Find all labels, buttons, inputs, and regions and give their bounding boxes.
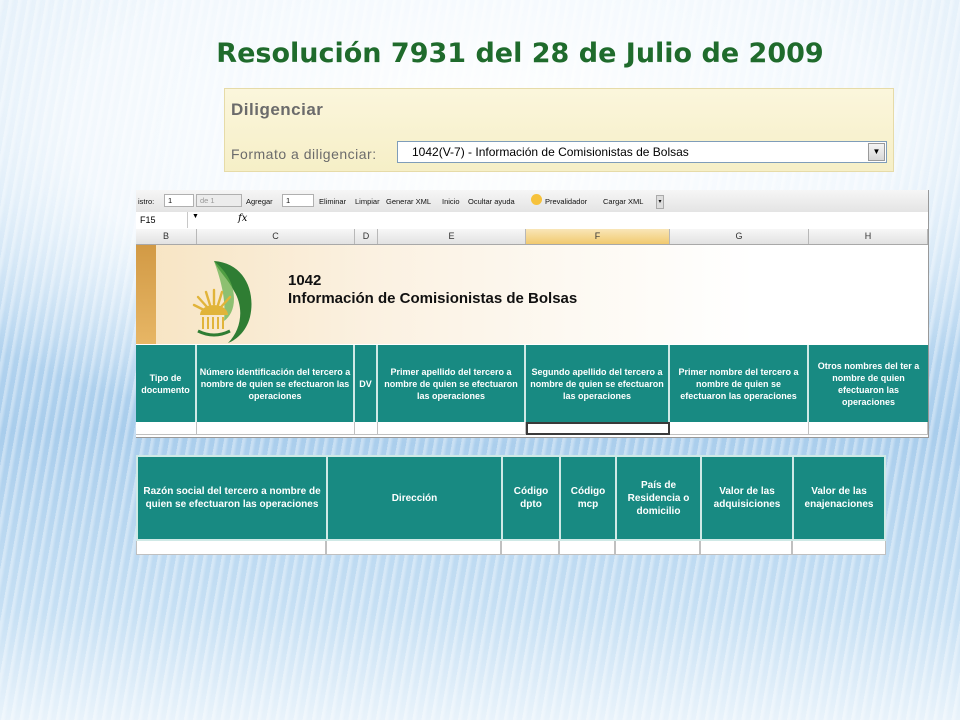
table1-header-segundo-apellido: Segundo apellido del tercero a nombre de… xyxy=(526,345,670,422)
table1-cell-active[interactable] xyxy=(526,422,670,435)
table2-cell[interactable] xyxy=(700,541,792,555)
table2-header-valor-enajenaciones: Valor de las enajenaciones xyxy=(804,486,874,510)
table1-header-otros-nombres: Otros nombres del ter a nombre de quien … xyxy=(817,360,920,407)
fx-icon: fx xyxy=(238,213,248,224)
table1-cell[interactable] xyxy=(355,422,378,435)
table2-cell[interactable] xyxy=(615,541,700,555)
column-headers: B C D E F G H xyxy=(136,229,928,245)
form-banner: 1042 Información de Comisionistas de Bol… xyxy=(136,245,928,344)
diligenciar-panel: Diligenciar Formato a diligenciar: 1042(… xyxy=(224,88,894,172)
inicio-button[interactable]: Inicio xyxy=(442,197,460,206)
chevron-down-icon[interactable]: ▼ xyxy=(868,143,885,161)
spreadsheet-view: istro: 1 de 1 Agregar 1 Eliminar Limpiar… xyxy=(136,190,929,438)
table2-cell[interactable] xyxy=(136,541,326,555)
table2-header-pais-residencia: País de Residencia o domicilio xyxy=(617,457,702,539)
name-box[interactable]: F15 xyxy=(136,212,188,228)
table2: Razón social del tercero a nombre de qui… xyxy=(136,455,886,555)
cargar-xml-button[interactable]: Cargar XML xyxy=(603,197,643,206)
table2-header-direccion: Dirección xyxy=(328,457,503,539)
table1-header-primer-nombre: Primer nombre del tercero a nombre de qu… xyxy=(670,345,809,422)
eliminar-button[interactable]: Eliminar xyxy=(319,197,346,206)
formula-bar: F15 ▼ fx xyxy=(136,212,928,230)
toolbar-overflow-icon[interactable]: ▾ xyxy=(656,195,664,209)
format-select[interactable]: 1042(V-7) - Información de Comisionistas… xyxy=(397,141,887,163)
table1-header-dv: DV xyxy=(355,345,378,422)
table1-header-numero-identificacion: Número identificación del tercero a nomb… xyxy=(197,345,355,422)
table2-header-razon-social: Razón social del tercero a nombre de qui… xyxy=(138,457,328,539)
table1-cell[interactable] xyxy=(809,422,928,435)
table2-cell[interactable] xyxy=(559,541,615,555)
registro-input[interactable]: 1 xyxy=(164,194,194,207)
diligenciar-title: Diligenciar xyxy=(231,100,324,119)
column-header-c[interactable]: C xyxy=(197,229,355,244)
toolbar: istro: 1 de 1 Agregar 1 Eliminar Limpiar… xyxy=(136,190,928,213)
generar-xml-button[interactable]: Generar XML xyxy=(386,197,431,206)
column-header-g[interactable]: G xyxy=(670,229,809,244)
table2-cell[interactable] xyxy=(792,541,886,555)
table2-cell[interactable] xyxy=(326,541,501,555)
table2-cell[interactable] xyxy=(501,541,559,555)
table2-data-row xyxy=(136,541,886,555)
table1-cell[interactable] xyxy=(197,422,355,435)
table1-cell[interactable] xyxy=(670,422,809,435)
column-header-f[interactable]: F xyxy=(526,229,670,244)
format-select-value: 1042(V-7) - Información de Comisionistas… xyxy=(412,145,689,159)
slide-title: Resolución 7931 del 28 de Julio de 2009 xyxy=(216,38,824,69)
prevalidador-button[interactable]: Prevalidador xyxy=(545,197,587,206)
table1-data-row xyxy=(136,422,928,437)
table1-header-primer-apellido: Primer apellido del tercero a nombre de … xyxy=(378,345,526,422)
table2-header-codigo-mcp: Código mcp xyxy=(561,457,617,539)
chevron-down-icon[interactable]: ▼ xyxy=(192,213,199,220)
column-header-h[interactable]: H xyxy=(809,229,928,244)
column-header-e[interactable]: E xyxy=(378,229,526,244)
sun-icon xyxy=(531,194,542,205)
form-code: 1042 xyxy=(288,272,322,289)
table1-header-tipo-documento: Tipo de documento xyxy=(136,345,197,422)
registro-total: de 1 xyxy=(196,194,242,207)
table1-cell[interactable] xyxy=(136,422,197,435)
dian-logo-icon xyxy=(192,261,252,343)
agregar-input[interactable]: 1 xyxy=(282,194,314,207)
registro-label: istro: xyxy=(138,197,155,206)
table2-header-codigo-dpto: Código dpto xyxy=(503,457,561,539)
table1-header-row: Tipo de documento Número identificación … xyxy=(136,345,928,422)
limpiar-button[interactable]: Limpiar xyxy=(355,197,380,206)
form-name: Información de Comisionistas de Bolsas xyxy=(288,290,578,307)
table2-header-row: Razón social del tercero a nombre de qui… xyxy=(136,455,886,541)
banner-accent xyxy=(136,245,156,344)
column-header-b[interactable]: B xyxy=(136,229,197,244)
table2-header-valor-adquisiciones: Valor de las adquisiciones xyxy=(702,457,794,539)
column-header-d[interactable]: D xyxy=(355,229,378,244)
table1-cell[interactable] xyxy=(378,422,526,435)
ocultar-ayuda-button[interactable]: Ocultar ayuda xyxy=(468,197,515,206)
agregar-label: Agregar xyxy=(246,197,273,206)
format-label: Formato a diligenciar: xyxy=(231,146,377,162)
